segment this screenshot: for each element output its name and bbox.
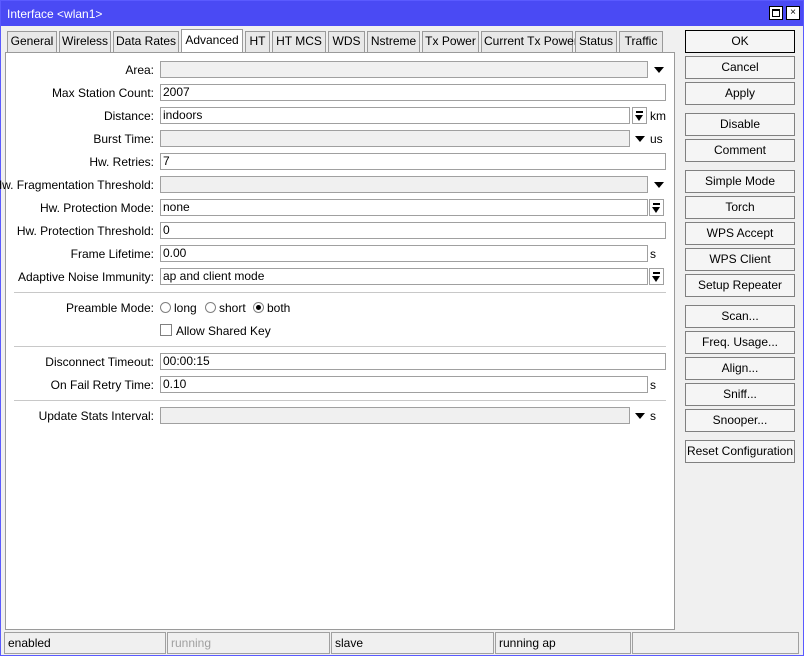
torch-button[interactable]: Torch	[685, 196, 795, 219]
apply-button[interactable]: Apply	[685, 82, 795, 105]
align-button[interactable]: Align...	[685, 357, 795, 380]
hw-frag-threshold-label: Hw. Fragmentation Threshold:	[0, 178, 154, 192]
hw-frag-threshold-dropdown-icon[interactable]	[654, 182, 664, 188]
interface-window: Interface <wlan1> × General Wireless Dat…	[0, 0, 804, 656]
separator	[14, 346, 666, 347]
frame-lifetime-unit: s	[650, 247, 656, 261]
distance-dropdown-button[interactable]	[632, 107, 647, 124]
sniff-button[interactable]: Sniff...	[685, 383, 795, 406]
preamble-both-radio[interactable]	[253, 302, 264, 313]
adaptive-noise-immunity-label: Adaptive Noise Immunity:	[17, 270, 154, 284]
hw-protection-mode-dropdown-button[interactable]	[649, 199, 664, 216]
maximize-icon	[772, 9, 780, 17]
frame-lifetime-label: Frame Lifetime:	[70, 247, 154, 261]
tab-traffic[interactable]: Traffic	[619, 31, 663, 52]
max-station-count-label: Max Station Count:	[51, 86, 154, 100]
status-mode: slave	[331, 632, 494, 654]
area-dropdown-icon[interactable]	[654, 67, 664, 73]
frame-lifetime-field[interactable]: 0.00	[160, 245, 648, 262]
separator	[14, 292, 666, 293]
separator	[14, 400, 666, 401]
maximize-button[interactable]	[769, 6, 783, 20]
close-button[interactable]: ×	[786, 6, 800, 20]
burst-time-dropdown-icon[interactable]	[635, 136, 645, 142]
chevron-down-icon	[652, 276, 660, 282]
tab-current-tx-power[interactable]: Current Tx Power	[481, 31, 578, 52]
on-fail-retry-time-unit: s	[650, 378, 656, 392]
max-station-count-field[interactable]: 2007	[160, 84, 666, 101]
wps-client-button[interactable]: WPS Client	[685, 248, 795, 271]
hw-protection-threshold-field[interactable]: 0	[160, 222, 666, 239]
burst-time-unit: us	[650, 132, 663, 146]
preamble-mode-label: Preamble Mode:	[65, 301, 154, 315]
on-fail-retry-time-label: On Fail Retry Time:	[50, 378, 154, 392]
preamble-long-label: long	[174, 301, 197, 315]
wps-accept-button[interactable]: WPS Accept	[685, 222, 795, 245]
update-stats-interval-label: Update Stats Interval:	[38, 409, 154, 423]
tab-ht[interactable]: HT	[245, 31, 270, 52]
allow-shared-key-label: Allow Shared Key	[176, 324, 271, 338]
adaptive-noise-immunity-dropdown-button[interactable]	[649, 268, 664, 285]
adaptive-noise-immunity-select[interactable]: ap and client mode	[160, 268, 648, 285]
cancel-button[interactable]: Cancel	[685, 56, 795, 79]
scan-button[interactable]: Scan...	[685, 305, 795, 328]
advanced-panel: Area: Max Station Count: 2007 Distance: …	[0, 52, 675, 630]
on-fail-retry-time-field[interactable]: 0.10	[160, 376, 648, 393]
chevron-down-icon	[652, 207, 660, 213]
status-enabled: enabled	[4, 632, 166, 654]
chevron-down-icon	[635, 115, 643, 121]
tab-wireless[interactable]: Wireless	[59, 31, 111, 52]
burst-time-field[interactable]	[160, 130, 630, 147]
area-label: Area:	[125, 63, 154, 77]
disconnect-timeout-field[interactable]: 00:00:15	[160, 353, 666, 370]
allow-shared-key-checkbox[interactable]	[160, 324, 172, 336]
tab-wds[interactable]: WDS	[328, 31, 365, 52]
burst-time-label: Burst Time:	[93, 132, 154, 146]
disable-button[interactable]: Disable	[685, 113, 795, 136]
status-bar: enabled running slave running ap	[1, 632, 803, 655]
close-icon: ×	[790, 7, 796, 18]
tab-data-rates[interactable]: Data Rates	[113, 31, 179, 52]
preamble-short-radio[interactable]	[205, 302, 216, 313]
setup-repeater-button[interactable]: Setup Repeater	[685, 274, 795, 297]
disconnect-timeout-label: Disconnect Timeout:	[45, 355, 154, 369]
preamble-both-label: both	[267, 301, 291, 315]
status-extra	[632, 632, 799, 654]
simple-mode-button[interactable]: Simple Mode	[685, 170, 795, 193]
tab-status[interactable]: Status	[575, 31, 617, 52]
hw-protection-mode-select[interactable]: none	[160, 199, 648, 216]
window-title: Interface <wlan1>	[7, 7, 103, 21]
preamble-long-radio[interactable]	[160, 302, 171, 313]
hw-retries-field[interactable]: 7	[160, 153, 666, 170]
ok-button[interactable]: OK	[685, 30, 795, 53]
snooper-button[interactable]: Snooper...	[685, 409, 795, 432]
update-stats-interval-unit: s	[650, 409, 656, 423]
distance-unit: km	[650, 109, 666, 123]
hw-retries-label: Hw. Retries:	[89, 155, 154, 169]
preamble-short-label: short	[219, 301, 246, 315]
tab-ht-mcs[interactable]: HT MCS	[272, 31, 326, 52]
reset-configuration-button[interactable]: Reset Configuration	[685, 440, 795, 463]
update-stats-interval-dropdown-icon[interactable]	[635, 413, 645, 419]
distance-field[interactable]: indoors	[160, 107, 630, 124]
comment-button[interactable]: Comment	[685, 139, 795, 162]
hw-frag-threshold-field[interactable]	[160, 176, 648, 193]
update-stats-interval-field[interactable]	[160, 407, 630, 424]
status-running-ap: running ap	[495, 632, 631, 654]
distance-label: Distance:	[103, 109, 154, 123]
freq-usage-button[interactable]: Freq. Usage...	[685, 331, 795, 354]
tab-nstreme[interactable]: Nstreme	[367, 31, 420, 52]
tab-advanced[interactable]: Advanced	[181, 29, 243, 53]
area-field[interactable]	[160, 61, 648, 78]
hw-protection-mode-label: Hw. Protection Mode:	[39, 201, 154, 215]
hw-protection-threshold-label: Hw. Protection Threshold:	[16, 224, 154, 238]
tab-tx-power[interactable]: Tx Power	[422, 31, 479, 52]
tab-general[interactable]: General	[7, 31, 57, 52]
title-bar[interactable]: Interface <wlan1> ×	[1, 1, 803, 26]
status-running: running	[167, 632, 330, 654]
